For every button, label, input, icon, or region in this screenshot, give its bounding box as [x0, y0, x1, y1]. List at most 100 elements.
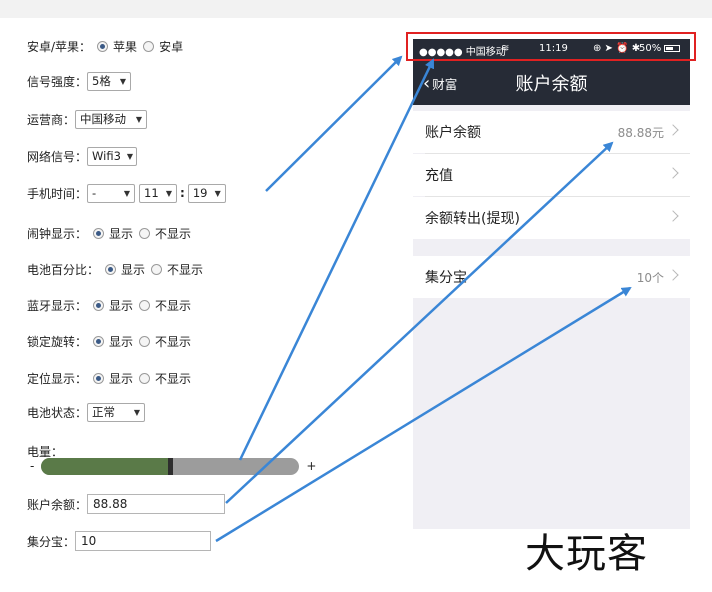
battery-level-fill: [41, 457, 171, 475]
battery-state-select[interactable]: 正常 ▼: [87, 402, 146, 422]
carrier-label: 运营商：: [27, 112, 76, 127]
time-hour-select[interactable]: 11 ▼: [139, 183, 178, 203]
location-hide-label: 不显示: [155, 371, 192, 386]
alarm-show-label: 显示: [109, 226, 134, 241]
chevron-right-icon: [667, 124, 679, 136]
network-label: 网络信号：: [27, 149, 88, 164]
bluetooth-hide-radio[interactable]: [139, 299, 151, 311]
time-hour-value: 11: [144, 186, 159, 200]
time-label: 手机时间：: [27, 186, 88, 201]
chevron-down-icon: ▼: [214, 188, 221, 198]
battery-level-slider-row: - +: [30, 454, 316, 478]
jifenbao-input[interactable]: 10: [75, 531, 212, 551]
cell-account-balance[interactable]: 账户余额 88.88元: [413, 111, 690, 153]
cell-jifenbao[interactable]: 集分宝 10个: [413, 256, 690, 298]
carrier-row: 运营商： 中国移动 ▼: [27, 108, 148, 130]
bluetooth-show-label: 显示: [109, 298, 134, 313]
cell-title: 集分宝: [425, 270, 467, 286]
carrier-select[interactable]: 中国移动 ▼: [75, 109, 148, 129]
network-value: Wifi3: [92, 149, 121, 163]
chevron-right-icon: [667, 210, 679, 222]
chevron-down-icon: ▼: [165, 188, 173, 198]
chevron-down-icon: ▼: [135, 114, 143, 124]
alarm-hide-label: 不显示: [155, 226, 192, 241]
signal-row: 信号强度： 5格 ▼: [27, 70, 132, 92]
battery-percent-label: 电池百分比：: [27, 262, 100, 277]
platform-android-label: 安卓: [159, 39, 184, 54]
alarm-hide-radio[interactable]: [139, 227, 151, 239]
signal-select[interactable]: 5格 ▼: [87, 71, 132, 91]
signal-label: 信号强度：: [27, 74, 88, 89]
balance-value: 88.88: [93, 497, 128, 511]
time-period-value: -: [92, 186, 97, 200]
balance-row: 账户余额： 88.88: [27, 493, 226, 515]
cell-value: 88.88元: [617, 125, 664, 140]
location-show-radio[interactable]: [93, 372, 105, 384]
jifenbao-row: 集分宝： 10: [27, 530, 212, 552]
battery-state-value: 正常: [92, 405, 116, 419]
location-hide-radio[interactable]: [139, 372, 151, 384]
time-minute-select[interactable]: 19 ▼: [187, 183, 226, 203]
chevron-down-icon: ▼: [133, 407, 141, 417]
battery-level-handle[interactable]: [168, 457, 174, 475]
platform-ios-label: 苹果: [113, 39, 138, 54]
bluetooth-hide-label: 不显示: [155, 298, 192, 313]
network-row: 网络信号： Wifi3 ▼: [27, 145, 138, 167]
chevron-right-icon: [667, 269, 679, 281]
battery-percent-show-label: 显示: [121, 262, 146, 277]
phone-nav-bar: ‹ 财富 账户余额: [413, 59, 690, 105]
rotation-lock-row: 锁定旋转： 显示 不显示: [27, 330, 191, 352]
battery-state-label: 电池状态：: [27, 405, 88, 420]
cell-title: 余额转出(提现): [425, 211, 520, 227]
time-colon: :: [180, 186, 185, 200]
watermark-text: 大玩客: [525, 531, 648, 577]
cell-title: 充值: [425, 168, 453, 184]
chevron-down-icon: ▼: [126, 151, 134, 161]
alarm-label: 闹钟显示：: [27, 226, 88, 241]
battery-level-plus[interactable]: +: [306, 459, 316, 473]
cell-recharge[interactable]: 充值: [413, 154, 690, 196]
battery-state-row: 电池状态： 正常 ▼: [27, 401, 146, 423]
battery-percent-hide-radio[interactable]: [151, 263, 163, 275]
cell-title: 账户余额: [425, 125, 481, 141]
network-select[interactable]: Wifi3 ▼: [87, 146, 138, 166]
battery-percent-row: 电池百分比： 显示 不显示: [27, 258, 203, 280]
platform-label: 安卓/苹果：: [27, 39, 92, 54]
bluetooth-show-radio[interactable]: [93, 299, 105, 311]
balance-label: 账户余额：: [27, 497, 88, 512]
rotation-lock-hide-label: 不显示: [155, 334, 192, 349]
battery-level-minus[interactable]: -: [30, 459, 34, 473]
jifenbao-value: 10: [81, 534, 97, 548]
chevron-right-icon: [667, 167, 679, 179]
cell-value: 10个: [636, 270, 664, 285]
rotation-lock-show-radio[interactable]: [93, 335, 105, 347]
rotation-lock-label: 锁定旋转：: [27, 334, 88, 349]
location-show-label: 显示: [109, 371, 134, 386]
cell-withdraw[interactable]: 余额转出(提现): [413, 197, 690, 239]
battery-percent-hide-label: 不显示: [167, 262, 204, 277]
platform-android-radio[interactable]: [143, 40, 155, 52]
time-row: 手机时间： - ▼ 11 ▼ : 19 ▼: [27, 182, 226, 204]
phone-preview: ●●●●● 中国移动 ≋ 11:19 ⊕ ➤ ⏰ ✱ 50% ‹ 财富 账户余额…: [413, 39, 690, 529]
bluetooth-label: 蓝牙显示：: [27, 298, 88, 313]
bluetooth-row: 蓝牙显示： 显示 不显示: [27, 294, 191, 316]
platform-ios-radio[interactable]: [97, 40, 109, 52]
status-bar-highlight: [406, 32, 696, 61]
location-label: 定位显示：: [27, 371, 88, 386]
jifenbao-label: 集分宝：: [27, 534, 76, 549]
time-minute-value: 19: [192, 186, 208, 200]
signal-value: 5格: [92, 74, 111, 88]
battery-percent-show-radio[interactable]: [105, 263, 117, 275]
platform-row: 安卓/苹果： 苹果 安卓: [27, 35, 183, 57]
chevron-down-icon: ▼: [119, 76, 127, 86]
alarm-row: 闹钟显示： 显示 不显示: [27, 222, 191, 244]
battery-level-slider[interactable]: [41, 457, 300, 475]
chevron-down-icon: ▼: [123, 188, 131, 198]
time-period-select[interactable]: - ▼: [87, 183, 136, 203]
rotation-lock-show-label: 显示: [109, 334, 134, 349]
rotation-lock-hide-radio[interactable]: [139, 335, 151, 347]
balance-input[interactable]: 88.88: [87, 494, 226, 514]
location-row: 定位显示： 显示 不显示: [27, 367, 191, 389]
alarm-show-radio[interactable]: [93, 227, 105, 239]
carrier-value: 中国移动: [80, 112, 127, 126]
